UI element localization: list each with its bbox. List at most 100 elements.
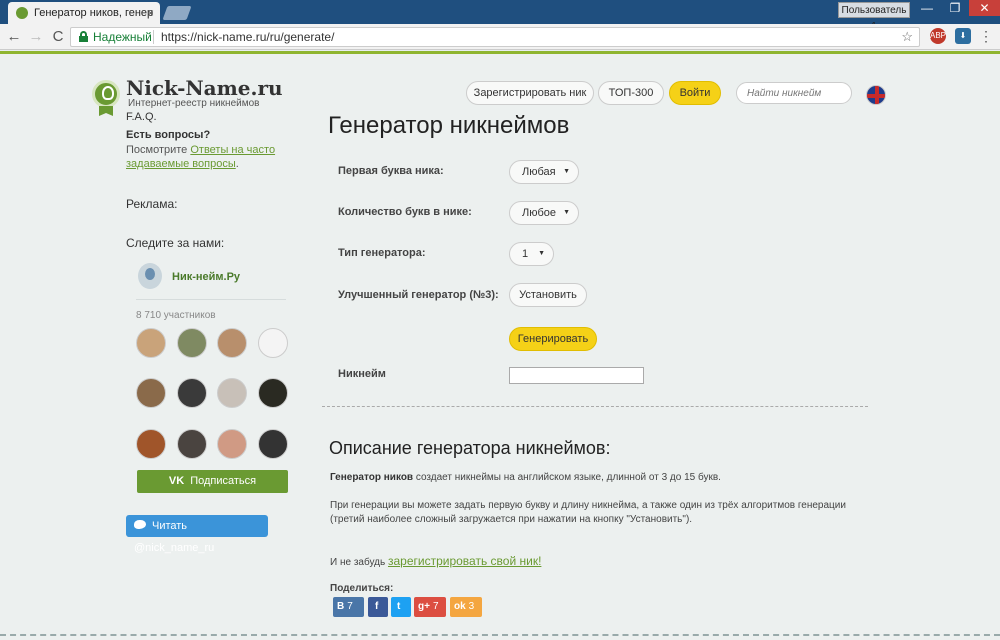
browser-tab[interactable]: Генератор ников, генер × [8,2,160,24]
url-text: https://nick-name.ru/ru/generate/ [161,30,335,44]
logo-subtitle: Интернет-реестр никнеймов [128,98,260,109]
description-bold-term: Генератор ников [330,472,414,483]
ads-label: Реклама: [126,197,178,211]
first-letter-value: Любая [522,166,556,178]
register-nick-button[interactable]: Зарегистрировать ник [466,81,594,105]
googleplus-icon: g+ [418,601,430,612]
install-button[interactable]: Установить [509,283,587,307]
forward-button[interactable]: → [28,29,44,45]
letter-count-value: Любое [522,207,557,219]
top300-button[interactable]: ТОП-300 [598,81,664,105]
member-avatar[interactable] [258,429,288,459]
logo-badge-icon[interactable] [92,80,120,108]
vk-share-icon: В [337,601,345,612]
chevron-down-icon: ▼ [563,209,570,216]
description-paragraph-1: Генератор ников создает никнеймы на англ… [330,471,870,485]
share-googleplus-button[interactable]: g+ 7 [414,597,446,617]
back-button[interactable]: ← [6,29,22,45]
vk-group-name[interactable]: Ник-нейм.Ру [172,271,240,283]
share-odnoklassniki-button[interactable]: ok 3 [450,597,482,617]
share-facebook-button[interactable]: f [368,597,388,617]
reload-button[interactable]: C [50,29,66,45]
share-twitter-button[interactable]: t [391,597,411,617]
nickname-output-field[interactable] [509,367,644,384]
facebook-icon: f [375,601,379,612]
letter-count-label: Количество букв в нике: [338,206,472,218]
member-avatar[interactable] [217,378,247,408]
description-paragraph-2: При генерации вы можете задать первую бу… [330,500,846,525]
description-p1-text: создает никнеймы на английском языке, дл… [413,472,721,483]
browser-toolbar: ← → C Надежный https://nick-name.ru/ru/g… [0,24,1000,50]
share-vk-button[interactable]: В7 [333,597,364,617]
new-tab-button[interactable] [162,6,192,20]
generator-type-select[interactable]: 1 ▼ [509,242,554,266]
register-nick-link[interactable]: зарегистрировать свой ник! [388,554,541,568]
first-letter-label: Первая буква ника: [338,165,444,177]
member-avatar[interactable] [177,429,207,459]
member-avatar[interactable] [136,429,166,459]
browser-tabbar: Генератор ников, генер × Пользователь 1 … [0,0,1000,32]
vk-divider [136,299,286,300]
odnoklassniki-icon: ok [454,601,466,612]
vk-group-avatar[interactable] [138,263,162,289]
member-avatar[interactable] [177,328,207,358]
advanced-generator-label: Улучшенный генератор (№3): [338,289,499,301]
questions-title: Есть вопросы? [126,129,211,141]
address-divider [153,30,154,44]
generator-type-value: 1 [522,248,529,260]
page-title: Генератор никнеймов [328,112,570,139]
minimize-button[interactable]: — [913,0,941,16]
page: Nick-Name.ru Интернет-реестр никнеймов F… [0,54,1000,640]
logo-ribbon-icon [99,106,113,116]
bookmark-star-icon[interactable]: ☆ [901,28,913,46]
member-avatar[interactable] [258,378,288,408]
twitter-icon: t [397,601,401,612]
share-count: 3 [468,601,475,612]
generate-button[interactable]: Генерировать [509,327,597,351]
member-avatar[interactable] [136,378,166,408]
adblock-extension-icon[interactable]: ABP [930,28,946,44]
register-prefix: И не забудь [330,557,388,568]
chevron-down-icon: ▼ [563,168,570,175]
member-avatar[interactable] [217,429,247,459]
register-reminder: И не забудь зарегистрировать свой ник! [330,554,541,568]
member-avatar[interactable] [217,328,247,358]
vk-member-count: 8 710 участников [136,310,216,321]
vk-subscribe-label: Подписаться [190,475,257,487]
tab-close-icon[interactable]: × [147,2,154,24]
share-label: Поделиться: [330,583,394,594]
login-button[interactable]: Войти [669,81,721,105]
share-count: 7 [347,601,353,612]
maximize-button[interactable]: ❐ [941,0,969,16]
secure-label: Надежный [93,30,152,44]
browser-menu-icon[interactable]: ⋮ [978,28,994,44]
nickname-label: Никнейм [338,368,386,380]
vk-subscribe-button[interactable]: VK Подписаться [137,470,288,493]
questions-prefix: Посмотрите [126,144,191,156]
follow-us-label: Следите за нами: [126,236,225,250]
letter-count-select[interactable]: Любое ▼ [509,201,579,225]
address-bar[interactable]: Надежный https://nick-name.ru/ru/generat… [70,27,920,47]
description-title: Описание генератора никнеймов: [329,438,611,458]
member-avatar[interactable] [177,378,207,408]
profile-button[interactable]: Пользователь 1 [838,2,910,32]
share-count: 7 [432,601,439,612]
lock-icon [79,31,88,42]
questions-suffix: . [235,158,239,170]
english-flag-icon[interactable] [866,85,886,105]
download-extension-icon[interactable]: ⬇ [955,28,971,44]
logo-title[interactable]: Nick-Name.ru [126,76,283,100]
twitter-follow-button[interactable]: Читать @nick_name_ru [126,515,268,554]
member-avatar[interactable] [258,328,288,358]
faq-link[interactable]: F.A.Q. [126,111,157,123]
member-avatar[interactable] [136,328,166,358]
nick-search-input[interactable] [736,82,852,104]
generator-type-label: Тип генератора: [338,247,426,259]
chevron-down-icon: ▼ [538,250,545,257]
section-divider [322,406,868,407]
first-letter-select[interactable]: Любая ▼ [509,160,579,184]
close-window-button[interactable]: ✕ [969,0,1000,16]
twitter-follow-label: Читать @nick_name_ru [134,520,215,554]
questions-text: Посмотрите Ответы на часто задаваемые во… [126,143,286,171]
tab-title: Генератор ников, генер [34,7,154,19]
